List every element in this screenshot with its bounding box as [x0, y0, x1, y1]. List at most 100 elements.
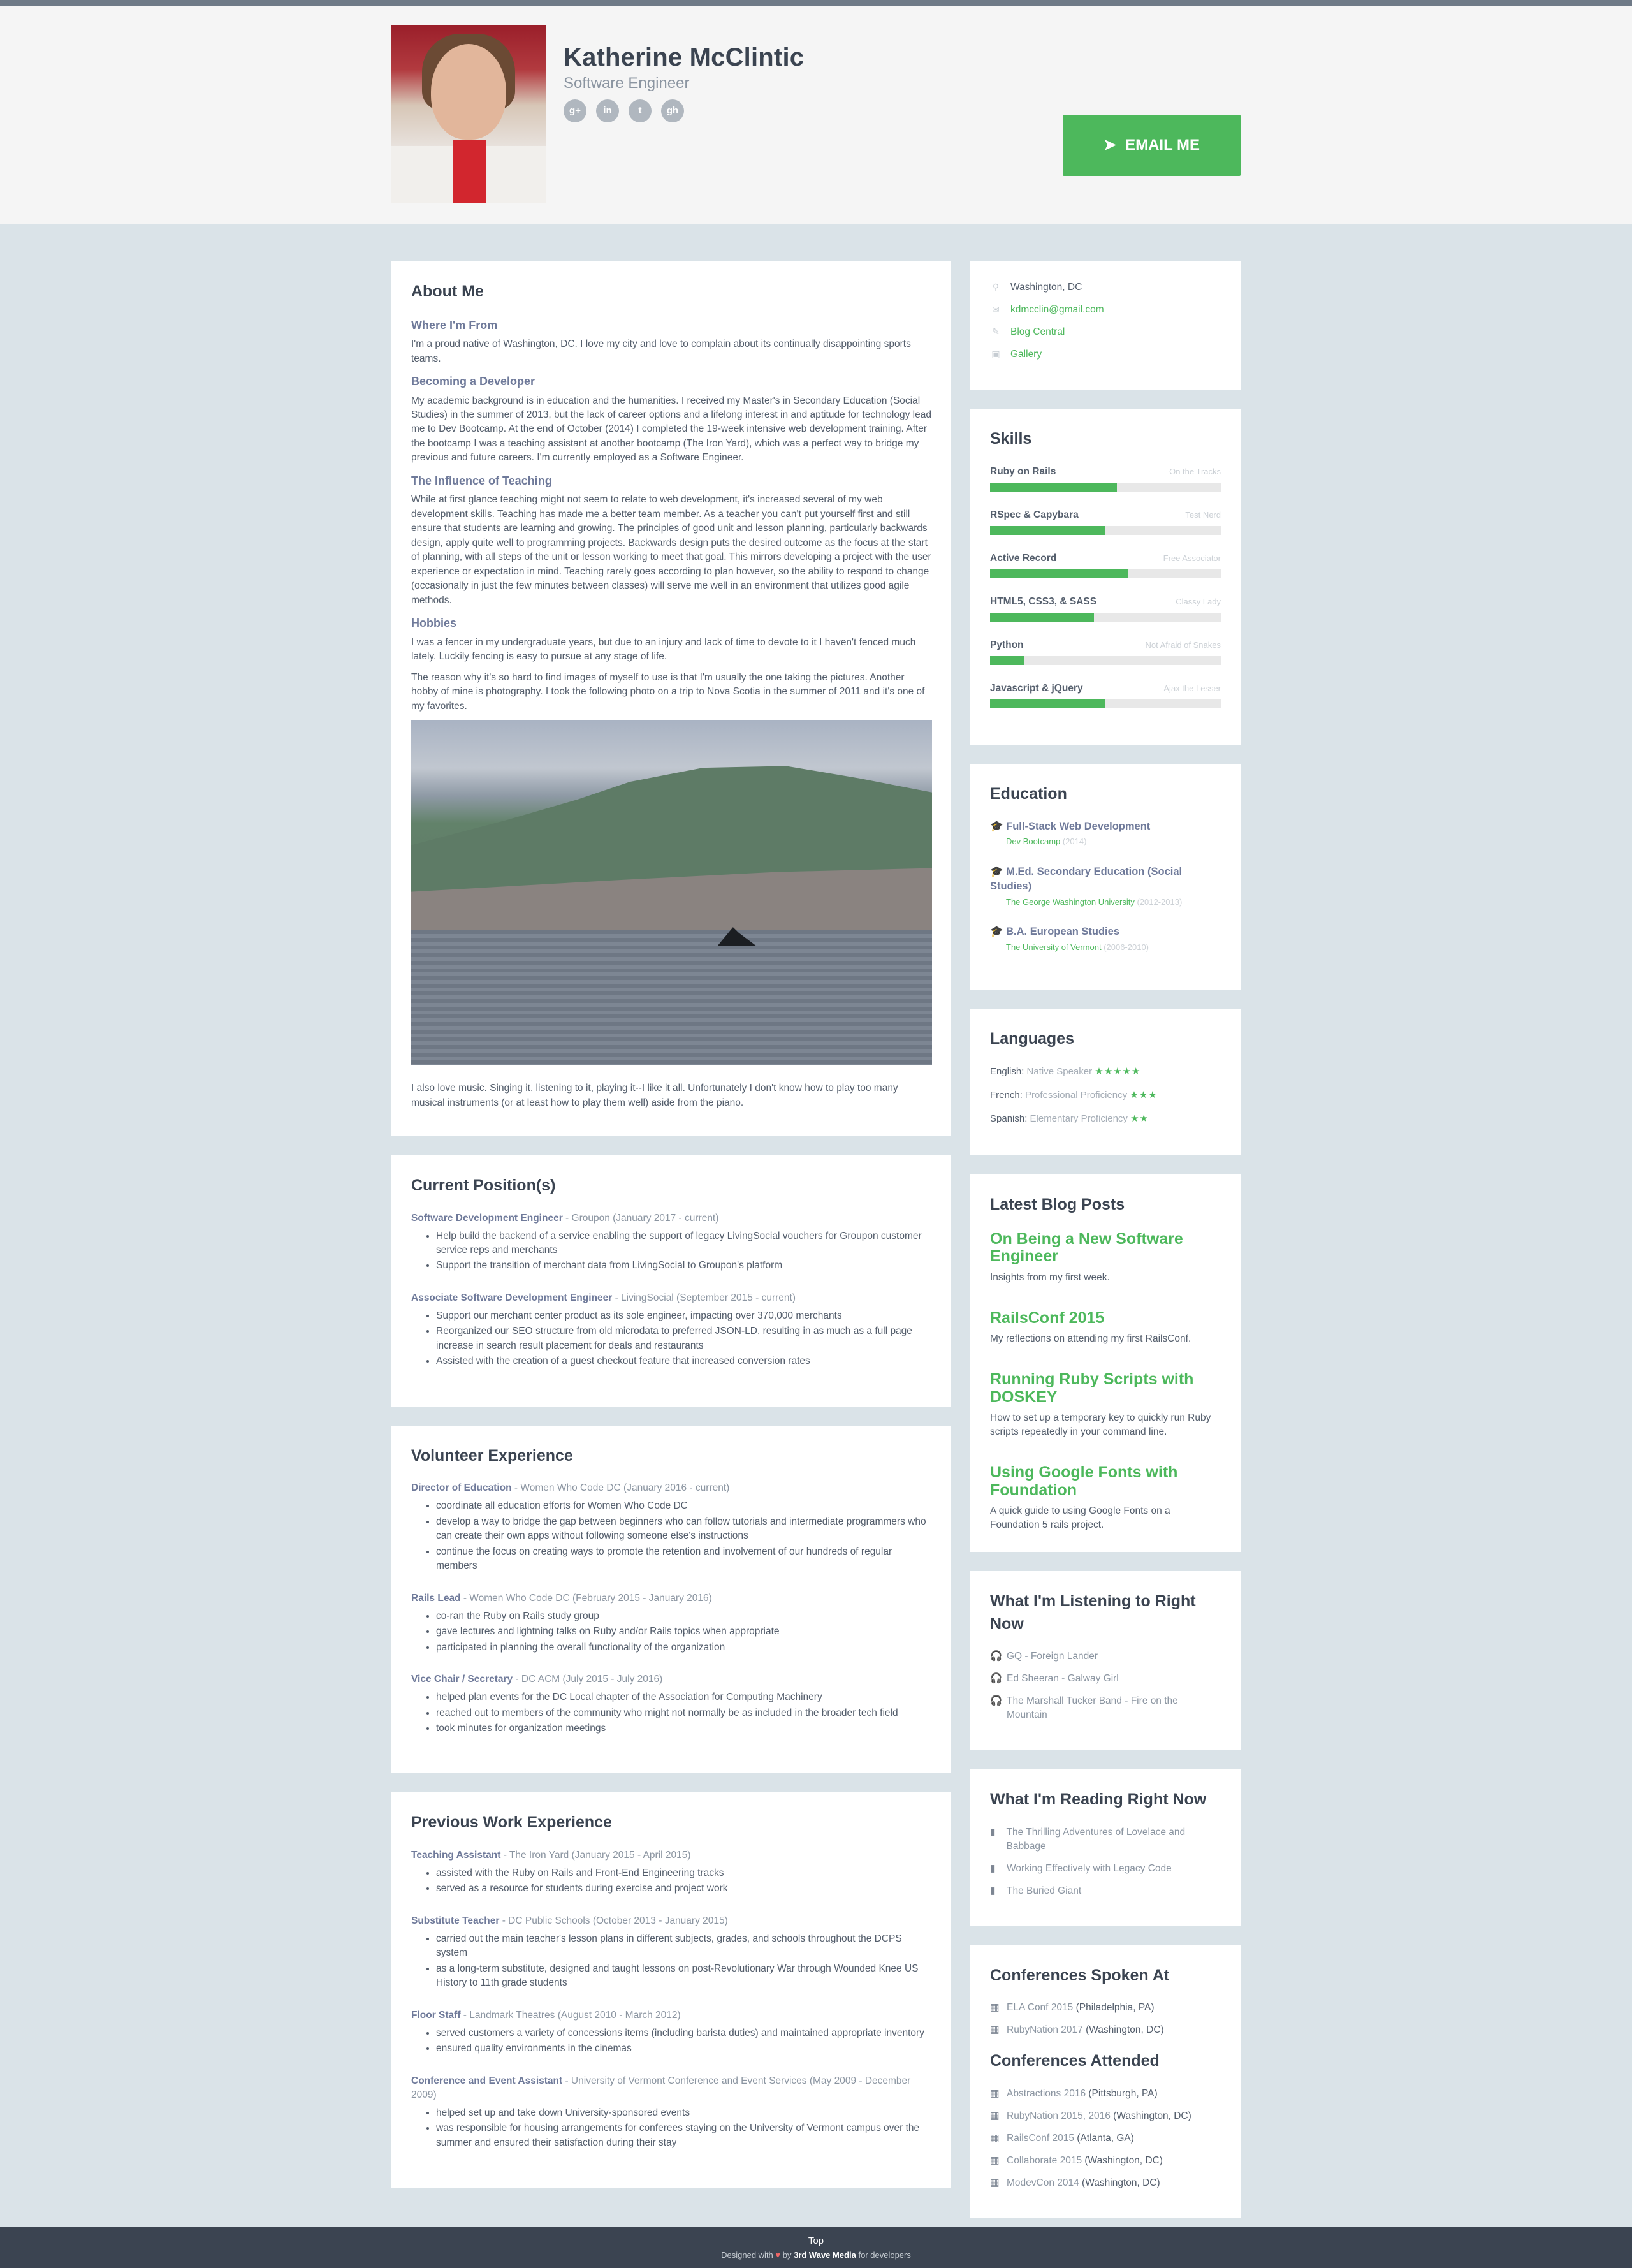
blog-post-title[interactable]: RailsConf 2015 [990, 1309, 1221, 1328]
skill-level-label: Not Afraid of Snakes [1145, 640, 1221, 650]
listening-link[interactable]: The Marshall Tucker Band - Fire on the M… [1007, 1694, 1221, 1722]
listening-item: 🎧 GQ - Foreign Lander [990, 1650, 1221, 1664]
skill-bar-fill [990, 525, 1105, 535]
degree-line: 🎓 M.Ed. Secondary Education (Social Stud… [990, 865, 1221, 895]
about-paragraph: While at first glance teaching might not… [411, 494, 931, 606]
about-paragraph: The reason why it's so hard to find imag… [411, 671, 925, 712]
job-title-line: Conference and Event Assistant - Univers… [411, 2074, 931, 2102]
job-duties: assisted with the Ruby on Rails and Fron… [436, 1866, 931, 1896]
reading-link[interactable]: Working Effectively with Legacy Code [1007, 1862, 1172, 1876]
conference-link[interactable]: RailsConf 2015 [1007, 2133, 1074, 2144]
previous-work-card: Previous Work Experience Teaching Assist… [391, 1792, 951, 2188]
back-to-top-link[interactable]: Top [0, 2234, 1632, 2248]
conference-link[interactable]: RubyNation 2017 [1007, 2024, 1083, 2035]
blog-post: RailsConf 2015 My reflections on attendin… [990, 1309, 1221, 1360]
job-duty-item: served as a resource for students during… [436, 1882, 931, 1896]
job-role: Teaching Assistant [411, 1849, 501, 1861]
about-subheading: Where I'm From [411, 318, 498, 332]
footer-brand-link[interactable]: 3rd Wave Media [794, 2250, 856, 2260]
gallery-link[interactable]: Gallery [1010, 348, 1042, 362]
conference-text: Collaborate 2015 (Washington, DC) [1007, 2154, 1163, 2168]
paper-plane-icon: ➤ [1103, 136, 1117, 154]
blog-post: On Being a New Software Engineer Insights… [990, 1230, 1221, 1298]
skill-item: RSpec & Capybara Test Nerd [990, 508, 1221, 535]
skill-row: RSpec & Capybara Test Nerd [990, 508, 1221, 522]
about-paragraph: I was a fencer in my undergraduate years… [411, 636, 916, 662]
skill-bar-fill [990, 569, 1129, 578]
skill-bar [990, 612, 1221, 622]
conference-location: (Washington, DC) [1082, 2155, 1163, 2166]
job-entry: Software Development Engineer - Groupon … [411, 1211, 931, 1273]
profile-photo [391, 25, 546, 203]
conference-text: Abstractions 2016 (Pittsburgh, PA) [1007, 2087, 1158, 2101]
conference-location: (Philadelphia, PA) [1073, 2002, 1155, 2014]
email-me-button[interactable]: ➤ EMAIL ME [1063, 115, 1241, 176]
headphones-icon: 🎧 [990, 1673, 1003, 1685]
job-entry: Teaching Assistant - The Iron Yard (Janu… [411, 1848, 931, 1896]
blog-link[interactable]: Blog Central [1010, 325, 1065, 339]
google-plus-icon[interactable]: g+ [564, 99, 586, 122]
calendar-icon: ▦ [990, 2088, 1000, 2099]
blog-post: Running Ruby Scripts with DOSKEY How to s… [990, 1371, 1221, 1453]
degree-name: B.A. European Studies [1006, 926, 1119, 938]
conference-link[interactable]: ModevCon 2014 [1007, 2177, 1079, 2188]
job-title-line: Director of Education - Women Who Code D… [411, 1481, 931, 1495]
reading-link[interactable]: The Thrilling Adventures of Lovelace and… [1007, 1825, 1221, 1854]
job-duty-item: coordinate all education efforts for Wom… [436, 1499, 931, 1513]
school-line: Dev Bootcamp (2014) [1006, 836, 1221, 847]
job-role: Rails Lead [411, 1592, 461, 1604]
conferences-attended-title: Conferences Attended [990, 2052, 1160, 2070]
listening-link[interactable]: Ed Sheeran - Galway Girl [1007, 1672, 1119, 1686]
image-icon: ▣ [991, 349, 1000, 360]
school-link[interactable]: The George Washington University [1006, 897, 1135, 907]
job-role: Director of Education [411, 1482, 512, 1494]
school-link[interactable]: The University of Vermont [1006, 942, 1102, 952]
star-icons: ★★ [1130, 1113, 1149, 1125]
job-title-line: Substitute Teacher - DC Public Schools (… [411, 1914, 931, 1928]
profile-name: Katherine McClintic [564, 43, 805, 71]
blog-post-title[interactable]: Using Google Fonts with Foundation [990, 1464, 1221, 1499]
reading-item: ▮ Working Effectively with Legacy Code [990, 1862, 1221, 1876]
skill-level-label: Test Nerd [1185, 509, 1221, 520]
blog-post-description: My reflections on attending my first Rai… [990, 1333, 1191, 1345]
sidebar: ⚲ Washington, DC ✉ kdmcclin@gmail.com ✎ Blo… [970, 261, 1241, 2237]
about-paragraph: I also love music. Singing it, listening… [411, 1083, 898, 1108]
degree-name: M.Ed. Secondary Education (Social Studie… [990, 865, 1183, 893]
blog-post-title[interactable]: On Being a New Software Engineer [990, 1230, 1221, 1266]
blog-post-title[interactable]: Running Ruby Scripts with DOSKEY [990, 1371, 1221, 1406]
blog-post: Using Google Fonts with Foundation A quic… [990, 1464, 1221, 1532]
github-icon[interactable]: gh [661, 99, 684, 122]
skill-item: Ruby on Rails On the Tracks [990, 465, 1221, 492]
job-duty-item: Help build the backend of a service enab… [436, 1229, 931, 1258]
map-marker-icon: ⚲ [992, 282, 1000, 293]
pencil-icon: ✎ [992, 326, 1000, 337]
job-role: Vice Chair / Secretary [411, 1674, 513, 1685]
linkedin-icon[interactable]: in [596, 99, 619, 122]
email-link[interactable]: kdmcclin@gmail.com [1010, 303, 1104, 317]
conference-link[interactable]: RubyNation 2015, 2016 [1007, 2111, 1111, 2121]
job-duties: Support our merchant center product as i… [436, 1309, 931, 1369]
job-entry: Floor Staff - Landmark Theatres (August … [411, 2008, 931, 2056]
conference-link[interactable]: ELA Conf 2015 [1007, 2002, 1073, 2013]
skill-item: Python Not Afraid of Snakes [990, 638, 1221, 665]
school-link[interactable]: Dev Bootcamp [1006, 837, 1060, 846]
job-duties: co-ran the Ruby on Rails study group gave… [436, 1609, 931, 1655]
twitter-icon[interactable]: t [629, 99, 652, 122]
conference-link[interactable]: Abstractions 2016 [1007, 2088, 1086, 2099]
about-paragraph: My academic background is in education a… [411, 395, 931, 464]
conference-item: ▦ RubyNation 2017 (Washington, DC) [990, 2023, 1221, 2037]
conference-link[interactable]: Collaborate 2015 [1007, 2155, 1082, 2166]
heart-icon: ♥ [775, 2250, 781, 2260]
book-icon: ▮ [990, 1826, 996, 1838]
job-entry: Director of Education - Women Who Code D… [411, 1481, 931, 1573]
job-duties: Help build the backend of a service enab… [436, 1229, 931, 1273]
reading-link[interactable]: The Buried Giant [1007, 1884, 1081, 1898]
conference-location: (Pittsburgh, PA) [1086, 2088, 1158, 2099]
listening-link[interactable]: GQ - Foreign Lander [1007, 1650, 1098, 1664]
conference-location: (Washington, DC) [1110, 2110, 1191, 2121]
volunteer-card: Volunteer Experience Director of Educati… [391, 1425, 951, 1774]
conferences-spoken-title: Conferences Spoken At [990, 1966, 1170, 1984]
degree-line: 🎓 Full-Stack Web Development [990, 819, 1221, 834]
reading-item: ▮ The Buried Giant [990, 1884, 1221, 1898]
job-duties: helped plan events for the DC Local chap… [436, 1690, 931, 1736]
